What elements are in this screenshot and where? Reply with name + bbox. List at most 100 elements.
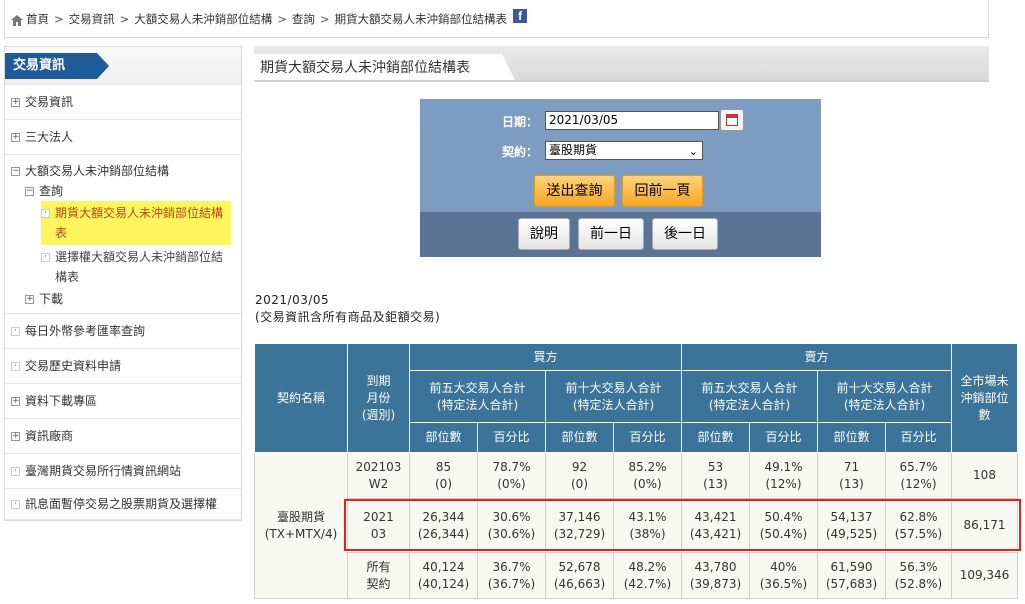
sidebar-item-label: 大額交易人未沖銷部位結構 bbox=[25, 164, 170, 178]
month-line: W2 bbox=[368, 476, 389, 491]
sidebar-item-large-trader[interactable]: − 大額交易人未沖銷部位結構 bbox=[11, 161, 237, 181]
cell-value: 56.3% bbox=[899, 559, 938, 574]
open-interest-cell: 109,346 bbox=[951, 552, 1018, 599]
table-cell: 43,780 (39,873) bbox=[681, 552, 750, 599]
cell-subvalue: (46,663) bbox=[553, 576, 606, 591]
cell-subvalue: (0%) bbox=[633, 476, 662, 491]
calendar-icon bbox=[726, 114, 738, 126]
sidebar-item-download[interactable]: + 下載 bbox=[11, 289, 237, 309]
cell-subvalue: (50.4%) bbox=[759, 526, 808, 541]
month-line: 契約 bbox=[366, 576, 391, 591]
cell-value: 43,780 bbox=[694, 559, 737, 574]
table-cell: 30.6% (30.6%) bbox=[477, 498, 546, 553]
month-line: 所有 bbox=[366, 559, 391, 574]
table-cell: 53 (13) bbox=[681, 452, 750, 499]
sidebar-item-label: 資訊廠商 bbox=[25, 429, 74, 443]
table-cell: 65.7% (12%) bbox=[885, 452, 952, 499]
cell-subvalue: (40,124) bbox=[417, 576, 470, 591]
sidebar-item-query[interactable]: − 查詢 bbox=[11, 181, 237, 201]
cell-value: 30.6% bbox=[492, 509, 531, 524]
submit-query-button[interactable]: 送出查詢 bbox=[534, 175, 615, 207]
table-cell: 37,146 (32,729) bbox=[545, 498, 614, 553]
month-line: 2021 bbox=[363, 509, 394, 524]
previous-day-button[interactable]: 前一日 bbox=[578, 218, 644, 250]
sidebar-item-label: 期貨大額交易人未沖銷部位結構表 bbox=[55, 206, 224, 240]
cell-subvalue: (26,344) bbox=[417, 526, 470, 541]
sidebar-item-active: · 期貨大額交易人未沖銷部位結構表 bbox=[41, 201, 231, 245]
header-line: 前十大交易人合計 bbox=[565, 380, 662, 395]
header-position: 部位數 bbox=[409, 422, 478, 453]
header-percent: 百分比 bbox=[477, 422, 546, 453]
open-interest-cell: 108 bbox=[951, 452, 1018, 499]
table-cell: 54,137 (49,525) bbox=[817, 498, 886, 553]
sidebar-item-label: 選擇權大額交易人未沖銷部位結構表 bbox=[55, 250, 224, 284]
facebook-icon[interactable]: f bbox=[513, 9, 528, 23]
sidebar-item-label: 交易資訊 bbox=[25, 95, 74, 109]
header-sell: 賣方 bbox=[681, 343, 952, 371]
breadcrumb-current: 期貨大額交易人未沖銷部位結構表 bbox=[334, 12, 508, 26]
breadcrumb-large-trader[interactable]: 大額交易人未沖銷部位結構 bbox=[134, 11, 272, 27]
sidebar-item-history[interactable]: · 交易歷史資料申請 bbox=[5, 349, 241, 384]
month-cell: 所有 契約 bbox=[347, 552, 410, 599]
cell-subvalue: (12%) bbox=[900, 476, 937, 491]
header-position: 部位數 bbox=[545, 422, 614, 453]
header-line: (特定法人合計) bbox=[436, 397, 519, 412]
cell-subvalue: (52.8%) bbox=[894, 576, 943, 591]
query-panel: 日期： 2021/03/05 契約： 臺股期貨 ⌄ 送出查詢 回前一頁 說明 前… bbox=[420, 99, 821, 257]
header-buy-top5: 前五大交易人合計 (特定法人合計) bbox=[409, 370, 546, 423]
data-table: 契約名稱 到期 月份 (週別) 買方 賣方 全市場未 沖銷部位 數 前五大交易人… bbox=[254, 343, 1018, 599]
cell-value: 40% bbox=[770, 559, 797, 574]
cell-subvalue: (13) bbox=[703, 476, 728, 491]
cell-value: 54,137 bbox=[830, 509, 873, 524]
header-line: 前五大交易人合計 bbox=[701, 380, 798, 395]
contract-name: 臺股期貨 bbox=[276, 509, 325, 524]
help-button[interactable]: 說明 bbox=[518, 218, 570, 250]
contract-select[interactable]: 臺股期貨 ⌄ bbox=[545, 141, 703, 160]
bullet-icon: · bbox=[41, 209, 50, 218]
sidebar-item-institutional[interactable]: + 三大法人 bbox=[5, 120, 241, 155]
date-input[interactable]: 2021/03/05 bbox=[545, 111, 719, 130]
cell-value: 40,124 bbox=[422, 559, 465, 574]
main-header: 期貨大額交易人未沖銷部位結構表 bbox=[254, 46, 989, 82]
breadcrumb: 首頁 > 交易資訊 > 大額交易人未沖銷部位結構 > 查詢 > 期貨大額交易人未… bbox=[4, 0, 989, 38]
next-day-button[interactable]: 後一日 bbox=[652, 218, 718, 250]
table-cell: 92 (0) bbox=[545, 452, 614, 499]
cell-subvalue: (42.7%) bbox=[623, 576, 672, 591]
table-cell: 49.1% (12%) bbox=[749, 452, 818, 499]
expand-icon: + bbox=[11, 396, 20, 406]
cell-value: 78.7% bbox=[492, 459, 531, 474]
sidebar-item-quote-site[interactable]: · 臺灣期貨交易所行情資訊網站 bbox=[5, 454, 241, 489]
header-oi-line: 數 bbox=[978, 407, 991, 422]
sidebar-item-suspension[interactable]: · 訊息面暫停交易之股票期貨及選擇權 bbox=[5, 489, 241, 520]
collapse-icon: − bbox=[25, 186, 34, 196]
header-line: (特定法人合計) bbox=[708, 397, 791, 412]
sidebar-group-large-trader: − 大額交易人未沖銷部位結構 − 查詢 · 期貨大額交易人未沖銷部位結構表 · … bbox=[5, 155, 241, 314]
sidebar-item-vendors[interactable]: + 資訊廠商 bbox=[5, 419, 241, 454]
report-note: (交易資訊含所有商品及鉅額交易) bbox=[255, 310, 441, 324]
header-oi-line: 沖銷部位 bbox=[960, 390, 1009, 405]
sidebar-item-options-report[interactable]: · 選擇權大額交易人未沖銷部位結構表 bbox=[11, 245, 237, 289]
chevron-down-icon: ⌄ bbox=[688, 145, 698, 158]
cell-value: 52,678 bbox=[558, 559, 601, 574]
sidebar-item-trading-info[interactable]: + 交易資訊 bbox=[5, 85, 241, 120]
header-sell-top5: 前五大交易人合計 (特定法人合計) bbox=[681, 370, 818, 423]
open-interest-cell: 86,171 bbox=[951, 498, 1018, 553]
calendar-button[interactable] bbox=[720, 109, 744, 131]
breadcrumb-trading-info[interactable]: 交易資訊 bbox=[69, 11, 115, 27]
sidebar-item-futures-report[interactable]: · 期貨大額交易人未沖銷部位結構表 bbox=[11, 201, 237, 245]
header-sell-top10: 前十大交易人合計 (特定法人合計) bbox=[817, 370, 952, 423]
breadcrumb-query[interactable]: 查詢 bbox=[292, 11, 315, 27]
header-oi-line: 全市場未 bbox=[960, 373, 1009, 388]
month-line: 202103 bbox=[355, 459, 402, 474]
sidebar-item-fx-rate[interactable]: · 每日外幣參考匯率查詢 bbox=[5, 314, 241, 349]
cell-subvalue: (32,729) bbox=[553, 526, 606, 541]
cell-value: 49.1% bbox=[764, 459, 803, 474]
cell-subvalue: (38%) bbox=[629, 526, 666, 541]
sidebar-item-download-zone[interactable]: + 資料下載專區 bbox=[5, 384, 241, 419]
back-button[interactable]: 回前一頁 bbox=[622, 175, 703, 207]
table-cell: 61,590 (57,683) bbox=[817, 552, 886, 599]
breadcrumb-home[interactable]: 首頁 bbox=[26, 11, 49, 27]
bullet-icon: · bbox=[11, 467, 20, 476]
query-panel-footer: 說明 前一日 後一日 bbox=[420, 212, 821, 257]
bullet-icon: · bbox=[11, 327, 20, 336]
